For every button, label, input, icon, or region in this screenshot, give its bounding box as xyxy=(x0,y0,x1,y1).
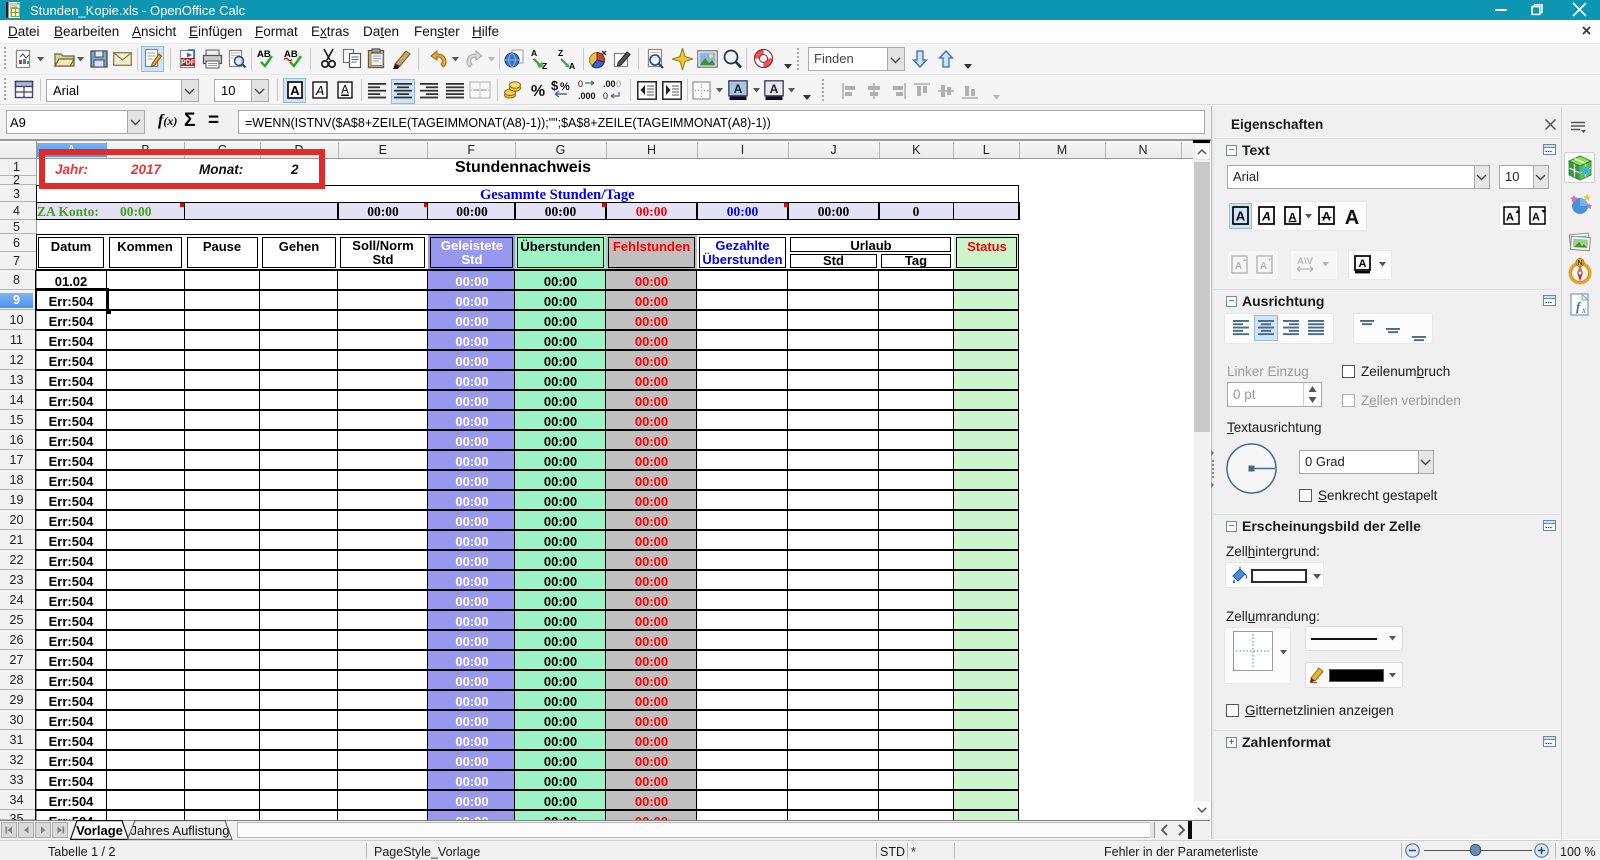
svg-text:A: A xyxy=(569,61,575,70)
svg-text:A: A xyxy=(1532,212,1540,224)
svg-text:0: 0 xyxy=(578,79,583,89)
svg-text:A: A xyxy=(770,82,779,96)
svg-text:%: % xyxy=(531,83,545,99)
svg-text:%: % xyxy=(560,81,570,93)
svg-text:.000: .000 xyxy=(578,91,596,101)
svg-text:A: A xyxy=(1261,210,1271,224)
svg-text:0: 0 xyxy=(616,79,621,89)
svg-text:A: A xyxy=(1506,212,1514,224)
svg-text:N: N xyxy=(1577,260,1582,267)
svg-text:A: A xyxy=(341,85,349,97)
svg-text:PDF: PDF xyxy=(181,60,196,67)
svg-text:x: x xyxy=(1581,305,1586,315)
svg-text:A\V: A\V xyxy=(1297,256,1314,267)
svg-text:0: 0 xyxy=(603,91,608,101)
svg-text:Z: Z xyxy=(558,48,563,58)
svg-text:A: A xyxy=(1236,209,1246,224)
svg-text:$: $ xyxy=(551,78,559,93)
svg-text:A: A xyxy=(1359,258,1367,270)
svg-text:A: A xyxy=(1235,261,1242,272)
svg-text:A: A xyxy=(315,84,324,98)
svg-text:A: A xyxy=(290,83,300,98)
svg-text:.00: .00 xyxy=(603,79,616,89)
svg-text:A: A xyxy=(1345,207,1359,227)
svg-text:A: A xyxy=(1322,210,1331,224)
svg-text:A: A xyxy=(531,48,537,58)
svg-text:AB: AB xyxy=(257,49,271,60)
svg-text:A: A xyxy=(1260,261,1267,272)
svg-text:A: A xyxy=(734,82,743,96)
